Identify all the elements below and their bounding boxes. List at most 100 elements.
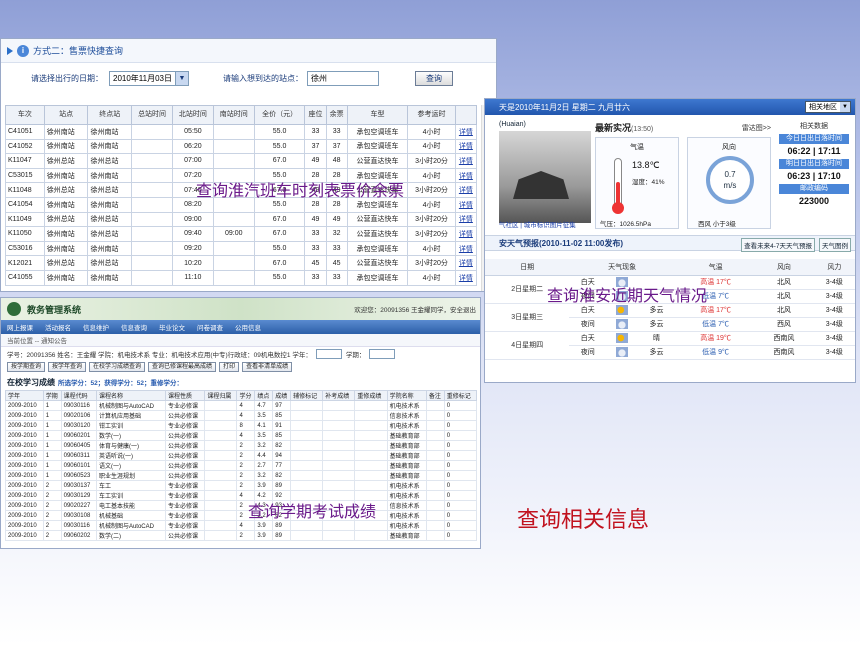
score-cell xyxy=(290,520,324,531)
menu-item[interactable]: 信息查询 xyxy=(121,322,147,332)
bus-cell: 详情 xyxy=(454,182,478,198)
score-cell xyxy=(425,420,445,431)
bus-col-header: 总站时间 xyxy=(131,105,173,125)
score-cell: 09030108 xyxy=(60,510,97,521)
bus-cell: 徐州总站 xyxy=(43,255,89,271)
score-cell xyxy=(354,420,388,431)
score-cell xyxy=(204,460,238,471)
date-select[interactable]: 2010年11月03日 ▼ xyxy=(109,70,189,86)
bus-cell: 徐州总站 xyxy=(87,182,133,198)
score-cell: 机械制图与AutoCAD xyxy=(95,400,167,411)
table-row: 2009-2010 1 09060311 英语听说(一) 公共必修课 2 4.4 94 基础教育… xyxy=(5,450,478,461)
wind-direction: 北风 xyxy=(756,275,812,290)
bus-col-header: 南站时间 xyxy=(212,105,255,125)
sun-icon xyxy=(616,305,629,315)
score-cell: 3.5 xyxy=(254,410,274,421)
score-cell: 3.9 xyxy=(254,520,274,531)
bus-cell: 4小时 xyxy=(407,240,456,257)
detail-link[interactable]: 详情 xyxy=(459,231,473,238)
menu-item[interactable]: 网上报课 xyxy=(7,322,33,332)
cloud-icon-cell xyxy=(606,317,638,332)
score-cell: 1 xyxy=(42,410,62,421)
bus-cell xyxy=(212,124,255,140)
bus-cell: K11049 xyxy=(5,211,45,228)
chevron-down-icon[interactable]: ▼ xyxy=(175,71,188,85)
score-cell: 4 xyxy=(236,430,256,441)
region-select[interactable]: 相关地区 ▼ xyxy=(805,101,851,113)
action-button[interactable]: 在校学习成绩查询 xyxy=(89,362,146,372)
wind-direction: 西风 小于3级 xyxy=(698,221,736,228)
action-button[interactable]: 按学年查询 xyxy=(48,362,87,372)
system-name: 教务管理系统 xyxy=(27,304,82,315)
bus-ticket-panel: i 方式二：售票快捷查询 请选择出行的日期： 2010年11月03日 ▼ 请输入… xyxy=(0,38,497,292)
score-cell xyxy=(322,440,356,451)
menu-item[interactable]: 问卷调查 xyxy=(197,322,223,332)
bus-cell: 33 xyxy=(325,124,348,140)
detail-link[interactable]: 详情 xyxy=(459,129,473,136)
table-row: 2009-2010 2 09030108 机械基础 专业必修课 2 3.2 82 机电技术系 0 xyxy=(5,510,478,521)
bus-cell: 徐州南站 xyxy=(43,240,89,257)
menu-item[interactable]: 公用信息 xyxy=(235,322,261,332)
menu-item[interactable]: 信息维护 xyxy=(83,322,109,332)
detail-link[interactable]: 详情 xyxy=(459,246,473,253)
temperature-card: 气温 13.8℃ 湿度：41% 气压：1026.5hPa xyxy=(595,137,679,229)
detail-link[interactable]: 详情 xyxy=(459,173,473,180)
score-cell xyxy=(290,460,324,471)
action-button[interactable]: 查询已修课程最高成绩 xyxy=(148,362,217,372)
menu-item[interactable]: 毕业论文 xyxy=(159,322,185,332)
detail-link[interactable]: 详情 xyxy=(459,187,473,194)
query-button[interactable]: 查询 xyxy=(415,70,453,86)
bus-cell: 55.0 xyxy=(253,269,306,286)
more-forecast-button[interactable]: 查看未来4-7天天气预报 xyxy=(741,238,815,252)
legend-button[interactable]: 天气图例 xyxy=(819,238,851,252)
cloud-icon xyxy=(616,319,629,329)
score-cell xyxy=(290,480,324,491)
bus-cell xyxy=(131,153,173,169)
bus-cell: 06:20 xyxy=(172,138,214,155)
score-cell: 2009-2010 xyxy=(5,500,44,511)
bus-cell: 公营直达快车 xyxy=(346,153,409,169)
bus-cell: 徐州南站 xyxy=(43,167,89,184)
bus-cell: C41052 xyxy=(5,138,45,155)
score-cell xyxy=(354,430,388,441)
score-cell: 0 xyxy=(443,450,478,461)
score-cell xyxy=(204,410,238,421)
action-button[interactable]: 按学期查询 xyxy=(7,362,46,372)
menu-item[interactable]: 活动报名 xyxy=(45,322,71,332)
score-cell: 1 xyxy=(42,470,62,481)
action-button[interactable]: 查看非清单成绩 xyxy=(242,362,293,372)
score-cell: 机械基础 xyxy=(95,510,167,521)
detail-link[interactable]: 详情 xyxy=(459,260,473,267)
bus-col-header: 北站时间 xyxy=(172,105,214,125)
score-cell: 公共必修课 xyxy=(165,530,206,541)
score-col-header: 学年 xyxy=(5,390,44,401)
score-cell: 94 xyxy=(272,450,292,461)
community-links[interactable]: 气社区 | 城市标识图片征集 xyxy=(499,219,576,229)
year-select[interactable] xyxy=(315,348,342,359)
wind-direction: 西南风 xyxy=(756,331,812,346)
score-cell: 85 xyxy=(272,430,292,441)
score-cell: 1 xyxy=(42,460,62,471)
score-cell: 2 xyxy=(236,450,256,461)
detail-link[interactable]: 详情 xyxy=(459,202,473,209)
score-cell: 2009-2010 xyxy=(5,430,44,441)
detail-link[interactable]: 详情 xyxy=(459,158,473,165)
action-button[interactable]: 打印 xyxy=(219,362,240,372)
term-select[interactable] xyxy=(369,348,396,359)
score-cell: 09060101 xyxy=(60,460,97,471)
bus-col-header xyxy=(454,105,478,125)
bus-cell: 67.0 xyxy=(253,255,306,271)
score-cell xyxy=(322,530,356,541)
score-cell: 机电技术系 xyxy=(386,400,427,411)
bus-cell: 承包空调班车 xyxy=(346,269,409,286)
radar-link[interactable]: 雷达图>> xyxy=(742,123,771,133)
station-input[interactable]: 徐州 xyxy=(307,70,379,86)
score-cell: 公共必修课 xyxy=(165,430,206,441)
detail-link[interactable]: 详情 xyxy=(459,143,473,150)
caption-exam: 查询学期考试成绩 xyxy=(248,504,377,521)
detail-link[interactable]: 详情 xyxy=(459,216,473,223)
score-cell: 2009-2010 xyxy=(5,420,44,431)
weather-panel: 天是2010年11月2日 星期二 九月廿六 相关地区 ▼ (Huaian) 气社区… xyxy=(484,98,856,383)
detail-link[interactable]: 详情 xyxy=(459,275,473,282)
bus-cell: 徐州南站 xyxy=(43,269,89,286)
